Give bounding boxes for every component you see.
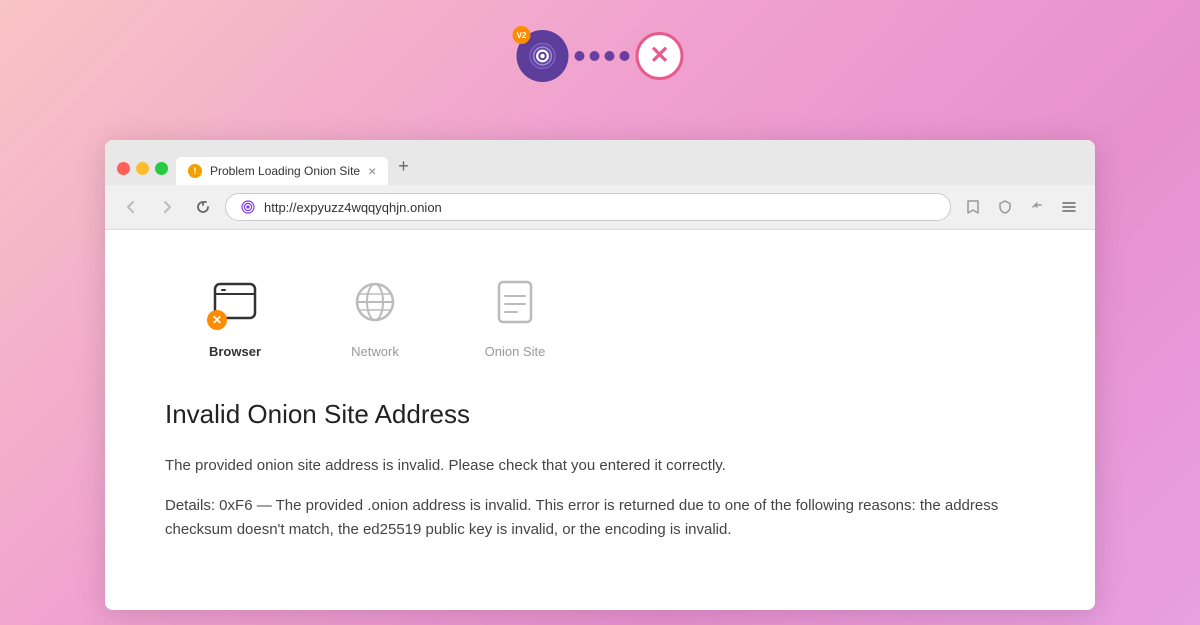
extensions-icon — [1029, 199, 1045, 215]
close-window-button[interactable] — [117, 162, 130, 175]
globe-icon — [347, 274, 403, 330]
dot-1 — [575, 51, 585, 61]
error-x-symbol: ✕ — [649, 44, 669, 68]
onion-site-status-item: Onion Site — [445, 270, 585, 359]
network-status-item: Network — [305, 270, 445, 359]
network-status-label: Network — [351, 344, 399, 359]
browser-error-badge: ✕ — [207, 310, 227, 330]
connection-dots — [575, 51, 630, 61]
error-description: The provided onion site address is inval… — [165, 454, 1035, 478]
tab-warning-icon: ! — [188, 164, 202, 178]
reload-button[interactable] — [189, 193, 217, 221]
active-tab[interactable]: ! Problem Loading Onion Site × — [176, 157, 388, 185]
title-bar: ! Problem Loading Onion Site × + — [105, 140, 1095, 185]
network-icon-wrapper — [343, 270, 407, 334]
v2-badge: V2 — [513, 26, 531, 44]
error-details: Details: 0xF6 — The provided .onion addr… — [165, 494, 1035, 542]
onion-site-status-label: Onion Site — [485, 344, 546, 359]
browser-window: ! Problem Loading Onion Site × + http://… — [105, 140, 1095, 610]
browser-status-item: ✕ Browser — [165, 270, 305, 359]
document-icon — [487, 274, 543, 330]
back-icon — [123, 199, 139, 215]
onion-site-icon-wrapper — [483, 270, 547, 334]
connection-error-circle: ✕ — [636, 32, 684, 80]
hamburger-menu-icon — [1061, 199, 1077, 215]
error-title: Invalid Onion Site Address — [165, 399, 1035, 430]
menu-button[interactable] — [1055, 193, 1083, 221]
back-button[interactable] — [117, 193, 145, 221]
tab-title: Problem Loading Onion Site — [210, 164, 360, 178]
dot-2 — [590, 51, 600, 61]
forward-button[interactable] — [153, 193, 181, 221]
warning-symbol: ! — [194, 166, 197, 176]
browser-status-label: Browser — [209, 344, 261, 359]
address-bar[interactable]: http://expyuzz4wqqyqhjn.onion — [225, 193, 951, 221]
browser-icon-wrapper: ✕ — [203, 270, 267, 334]
nav-action-buttons — [959, 193, 1083, 221]
content-area: ✕ Browser Network — [105, 230, 1095, 610]
tor-diagram: V2 ✕ — [517, 30, 684, 82]
tor-browser-icon: V2 — [517, 30, 569, 82]
shield-button[interactable] — [991, 193, 1019, 221]
onion-address-icon — [240, 199, 256, 215]
tor-onion-svg — [527, 40, 559, 72]
minimize-window-button[interactable] — [136, 162, 149, 175]
dot-3 — [605, 51, 615, 61]
dot-4 — [620, 51, 630, 61]
bookmark-button[interactable] — [959, 193, 987, 221]
shield-icon — [997, 199, 1013, 215]
status-icons-row: ✕ Browser Network — [165, 270, 1035, 359]
extensions-button[interactable] — [1023, 193, 1051, 221]
new-tab-button[interactable]: + — [388, 150, 419, 185]
navigation-bar: http://expyuzz4wqqyqhjn.onion — [105, 185, 1095, 230]
tab-close-button[interactable]: × — [368, 164, 376, 178]
reload-icon — [195, 199, 211, 215]
forward-icon — [159, 199, 175, 215]
url-text: http://expyuzz4wqqyqhjn.onion — [264, 200, 442, 215]
bookmark-icon — [965, 199, 981, 215]
traffic-lights — [117, 162, 168, 185]
maximize-window-button[interactable] — [155, 162, 168, 175]
